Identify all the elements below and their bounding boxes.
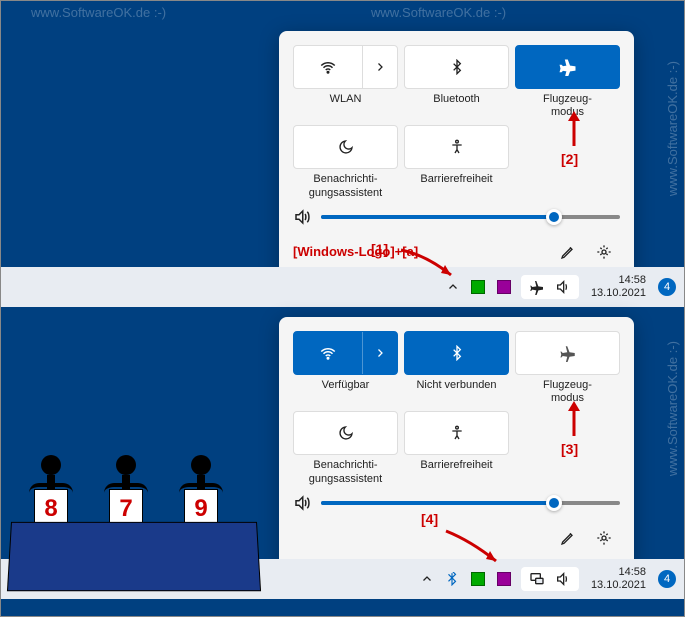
tray-bluetooth[interactable] (443, 570, 461, 588)
pencil-icon (560, 244, 576, 260)
edit-button[interactable] (552, 236, 584, 268)
bluetooth-label: Bluetooth (433, 93, 479, 119)
airplane-icon (559, 344, 577, 362)
airplane-label: Flugzeug- modus (543, 379, 592, 405)
accessibility-button[interactable] (404, 411, 509, 455)
airplane-icon (529, 279, 545, 295)
system-tray-group[interactable] (521, 567, 579, 591)
speaker-icon (555, 279, 571, 295)
moon-icon (338, 425, 354, 441)
focus-button[interactable] (293, 411, 398, 455)
moon-icon (338, 139, 354, 155)
watermark: www.SoftwareOK.de :-) (665, 341, 680, 476)
clock[interactable]: 14:5813.10.2021 (587, 566, 650, 592)
wlan-label: Verfügbar (322, 379, 370, 405)
bluetooth-button[interactable] (404, 331, 509, 375)
pencil-icon (560, 530, 576, 546)
chevron-right-icon (374, 61, 386, 73)
wlan-button[interactable] (293, 331, 398, 375)
airplane-icon (559, 58, 577, 76)
airplane-button[interactable] (515, 45, 620, 89)
tray-chevron[interactable] (445, 279, 461, 295)
tray-app-green[interactable] (469, 278, 487, 296)
airplane-button[interactable] (515, 331, 620, 375)
bluetooth-button[interactable] (404, 45, 509, 89)
system-tray-group[interactable] (521, 275, 579, 299)
volume-row (293, 208, 620, 226)
focus-button[interactable] (293, 125, 398, 169)
focus-label: Benachrichti- gungsassistent (309, 459, 382, 485)
tray-app-magenta[interactable] (495, 570, 513, 588)
speaker-icon (293, 494, 311, 512)
wifi-icon (319, 58, 337, 76)
watermark: www.SoftwareOK.de :-) (31, 5, 166, 20)
shortcut-hint: [Windows-Logo]+[a] (293, 244, 418, 259)
speaker-icon (555, 571, 571, 587)
bluetooth-icon (445, 572, 459, 586)
accessibility-button[interactable] (404, 125, 509, 169)
volume-slider[interactable] (321, 215, 620, 219)
watermark: www.SoftwareOK.de :-) (371, 5, 506, 20)
bluetooth-icon (449, 59, 465, 75)
tiles-row-2: Verfügbar Nicht verbunden Flugzeug- modu… (293, 331, 620, 486)
accessibility-icon (449, 425, 465, 441)
edit-button[interactable] (552, 522, 584, 554)
judges-illustration: 8 7 9 (9, 431, 259, 591)
wlan-button[interactable] (293, 45, 398, 89)
watermark: www.SoftwareOK.de :-) (665, 61, 680, 196)
tiles-row-1: WLAN Bluetooth Flugzeug- modus Benachric… (293, 45, 620, 200)
clock[interactable]: 14:5813.10.2021 (587, 274, 650, 300)
settings-button[interactable] (588, 236, 620, 268)
gear-icon (596, 530, 612, 546)
network-icon (529, 571, 545, 587)
quick-settings-panel-2: Verfügbar Nicht verbunden Flugzeug- modu… (279, 317, 634, 568)
speaker-icon (293, 208, 311, 226)
wlan-label: WLAN (330, 93, 362, 119)
accessibility-label: Barrierefreiheit (420, 459, 492, 485)
notification-badge[interactable]: 4 (658, 570, 676, 588)
volume-slider[interactable] (321, 501, 620, 505)
tray-chevron[interactable] (419, 571, 435, 587)
focus-label: Benachrichti- gungsassistent (309, 173, 382, 199)
bluetooth-label: Nicht verbunden (416, 379, 496, 405)
chevron-up-icon (421, 573, 433, 585)
tray-app-green[interactable] (469, 570, 487, 588)
quick-settings-panel-1: WLAN Bluetooth Flugzeug- modus Benachric… (279, 31, 634, 282)
chevron-right-icon (374, 347, 386, 359)
chevron-up-icon (447, 281, 459, 293)
gear-icon (596, 244, 612, 260)
taskbar-1: 14:5813.10.2021 4 (1, 267, 684, 307)
settings-button[interactable] (588, 522, 620, 554)
tray-app-magenta[interactable] (495, 278, 513, 296)
volume-row (293, 494, 620, 512)
notification-badge[interactable]: 4 (658, 278, 676, 296)
airplane-label: Flugzeug- modus (543, 93, 592, 119)
bluetooth-icon (449, 345, 465, 361)
wifi-icon (319, 344, 337, 362)
accessibility-label: Barrierefreiheit (420, 173, 492, 199)
accessibility-icon (449, 139, 465, 155)
